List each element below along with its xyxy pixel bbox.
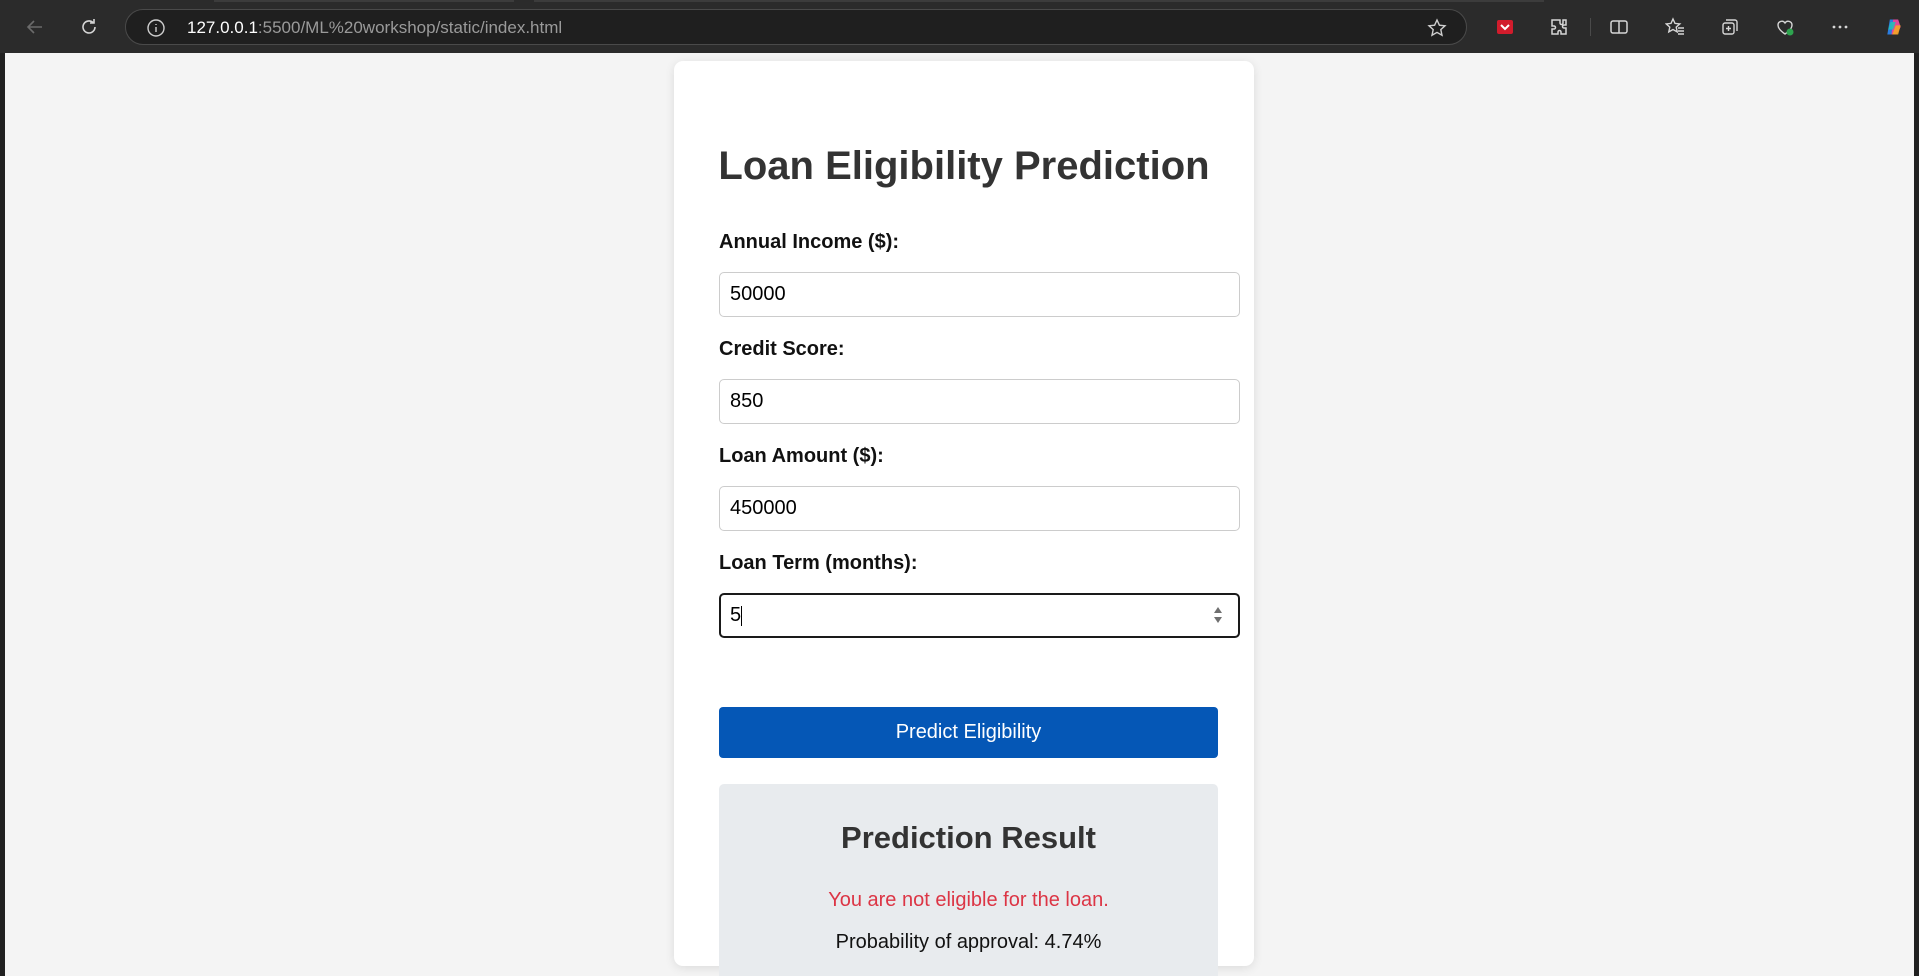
number-spinner-icon[interactable] (1211, 604, 1225, 626)
pocket-extension-button[interactable] (1488, 10, 1522, 44)
window-frame-right (1914, 53, 1919, 976)
back-button[interactable] (18, 10, 52, 44)
refresh-icon (82, 19, 96, 34)
back-icon (26, 20, 42, 34)
refresh-button[interactable] (72, 10, 106, 44)
browser-essentials-icon (1777, 20, 1794, 36)
copilot-button[interactable] (1877, 10, 1911, 44)
loan-term-input[interactable] (719, 593, 1240, 638)
text-cursor (741, 606, 742, 626)
url-host: 127.0.0.1 (187, 18, 258, 37)
loan-term-label: Loan Term (months): (719, 552, 918, 574)
address-bar[interactable]: 127.0.0.1:5500/ML%20workshop/static/inde… (125, 9, 1467, 45)
annual-income-label: Annual Income ($): (719, 231, 900, 253)
browser-essentials-button[interactable] (1768, 10, 1802, 44)
prediction-result-panel: Prediction Result You are not eligible f… (719, 784, 1218, 976)
credit-score-label: Credit Score: (719, 338, 845, 360)
favorites-icon (1665, 17, 1684, 35)
predict-eligibility-button[interactable]: Predict Eligibility (719, 707, 1218, 758)
loan-amount-input[interactable] (719, 486, 1240, 531)
pocket-extension-icon (1497, 20, 1513, 34)
more-button[interactable] (1823, 10, 1857, 44)
copilot-icon (1887, 19, 1901, 35)
extensions-button[interactable] (1542, 10, 1576, 44)
browser-toolbar: 127.0.0.1:5500/ML%20workshop/static/inde… (0, 0, 1919, 53)
page-viewport: Loan Eligibility Prediction Annual Incom… (5, 53, 1914, 976)
split-screen-button[interactable] (1602, 10, 1636, 44)
toolbar-divider (1590, 18, 1591, 36)
approval-probability: Probability of approval: 4.74% (835, 931, 1102, 953)
favorites-button[interactable] (1658, 10, 1692, 44)
page-title: Loan Eligibility Prediction (718, 144, 1210, 188)
loan-amount-label: Loan Amount ($): (719, 445, 884, 467)
favorite-star-icon[interactable] (1426, 17, 1448, 39)
tab-strip-edge (534, 0, 1544, 2)
loan-form-card: Loan Eligibility Prediction Annual Incom… (674, 61, 1254, 976)
tab-strip-edge (214, 0, 514, 2)
eligibility-verdict: You are not eligible for the loan. (828, 889, 1109, 911)
more-icon (1832, 25, 1848, 29)
annual-income-input[interactable] (719, 272, 1240, 317)
split-screen-icon (1610, 20, 1628, 34)
site-info-icon[interactable] (146, 18, 166, 38)
credit-score-input[interactable] (719, 379, 1240, 424)
extensions-icon (1551, 19, 1567, 35)
url-text[interactable]: 127.0.0.1:5500/ML%20workshop/static/inde… (187, 19, 562, 37)
result-heading: Prediction Result (841, 820, 1096, 855)
collections-button[interactable] (1713, 10, 1747, 44)
collections-icon (1722, 19, 1738, 35)
url-path: :5500/ML%20workshop/static/index.html (257, 18, 563, 37)
